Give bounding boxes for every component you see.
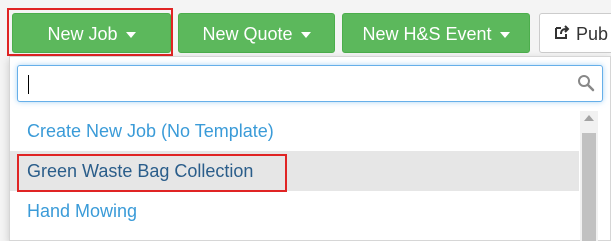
scrollbar-thumb[interactable] bbox=[582, 133, 596, 241]
share-icon bbox=[554, 14, 570, 52]
publish-button[interactable]: Pub bbox=[539, 13, 611, 53]
new-job-label: New Job bbox=[47, 24, 118, 44]
new-quote-label: New Quote bbox=[202, 24, 293, 44]
option-list: Create New Job (No Template) Green Waste… bbox=[10, 111, 579, 241]
caret-down-icon bbox=[499, 32, 510, 39]
publish-label: Pub bbox=[576, 24, 609, 44]
new-job-button[interactable]: New Job bbox=[12, 13, 171, 53]
search-icon bbox=[577, 74, 595, 97]
search-box[interactable] bbox=[17, 65, 603, 102]
new-hs-event-label: New H&S Event bbox=[362, 24, 492, 44]
new-quote-button[interactable]: New Quote bbox=[178, 13, 335, 53]
option-hand-mowing[interactable]: Hand Mowing bbox=[10, 191, 579, 231]
template-search-input[interactable] bbox=[26, 72, 566, 95]
option-green-waste-bag-collection[interactable]: Green Waste Bag Collection bbox=[10, 151, 579, 191]
new-hs-event-button[interactable]: New H&S Event bbox=[342, 13, 530, 53]
caret-down-icon bbox=[300, 32, 311, 39]
new-job-dropdown: Create New Job (No Template) Green Waste… bbox=[9, 56, 611, 241]
option-create-new-job[interactable]: Create New Job (No Template) bbox=[10, 111, 579, 151]
caret-down-icon bbox=[125, 32, 136, 39]
option-list-scrollbar[interactable] bbox=[580, 111, 598, 241]
screen: New Job New Quote New H&S Event Pub Crea… bbox=[0, 0, 611, 241]
text-cursor bbox=[28, 75, 29, 94]
scroll-up-arrow-icon[interactable] bbox=[584, 115, 594, 121]
